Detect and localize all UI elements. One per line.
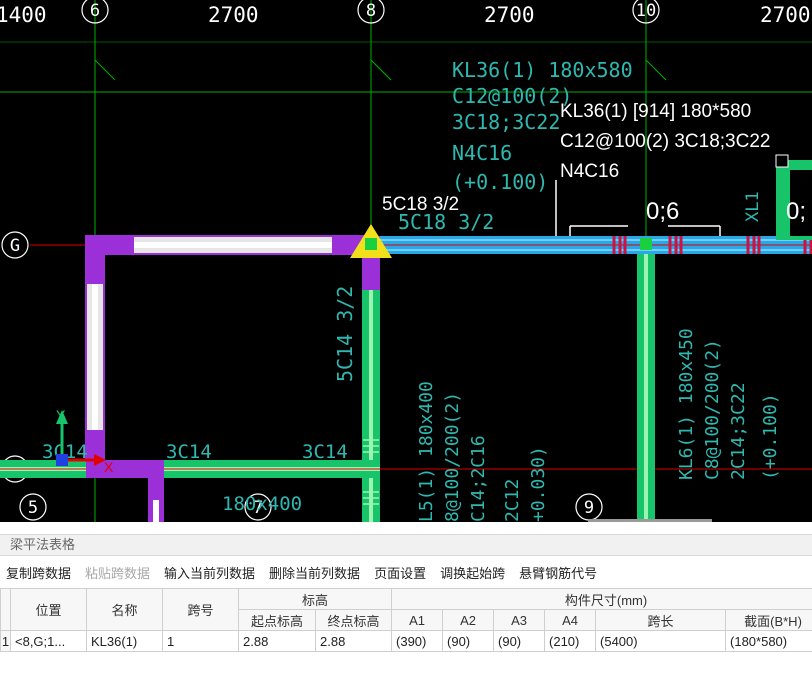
axis-label-6: 6 — [90, 1, 100, 21]
beam-kl36-selected[interactable] — [371, 236, 812, 254]
cad-drawing[interactable]: 1400 2700 2700 2700 6 8 10 G F 5 7 9 — [0, 0, 812, 522]
dim-2700-b: 2700 — [484, 3, 535, 27]
row-number: 1 — [0, 630, 11, 652]
col-header-end-elev: 终点标高 — [314, 609, 393, 631]
vertical-beam-label: 5C14 3/2 — [333, 286, 357, 382]
label-leader — [555, 180, 721, 236]
delete-column-button[interactable]: 删除当前列数据 — [269, 563, 360, 582]
svg-text:2C12: 2C12 — [502, 479, 523, 522]
cell-start-elev[interactable]: 2.88 — [238, 630, 316, 652]
col-header-a4: A4 — [544, 609, 597, 631]
svg-text:(+0.100): (+0.100) — [452, 170, 548, 194]
col-header-section: 截面(B*H) — [725, 609, 812, 631]
svg-text:+0.030): +0.030) — [528, 446, 549, 522]
rebar-label-c: 3C14 — [302, 441, 348, 463]
span-marker-2: 0; — [786, 198, 806, 225]
svg-text:N4C16: N4C16 — [560, 161, 619, 182]
cad-drawing-canvas[interactable]: 1400 2700 2700 2700 6 8 10 G F 5 7 9 — [0, 0, 812, 522]
cell-section[interactable]: (180*580) — [725, 630, 812, 652]
table-row[interactable]: 1 <8,G;1... KL36(1) 1 2.88 2.88 (390) (9… — [0, 630, 812, 652]
col-header-a3: A3 — [493, 609, 546, 631]
cell-name[interactable]: KL36(1) — [86, 630, 163, 652]
cell-a3[interactable]: (90) — [493, 630, 546, 652]
copy-span-button[interactable]: 复制跨数据 — [6, 563, 71, 582]
beam-kl36-white-label: KL36(1) [914] 180*580 C12@100(2) 3C18;3C… — [560, 101, 770, 182]
svg-text:N4C16: N4C16 — [452, 141, 512, 165]
col-header-span-len: 跨长 — [595, 609, 727, 631]
col-header-start-elev: 起点标高 — [238, 609, 316, 631]
beam-green-axis8[interactable] — [362, 254, 380, 522]
svg-text:3C18;3C22: 3C18;3C22 — [452, 110, 560, 134]
svg-text:X: X — [104, 459, 114, 475]
cell-end-elev[interactable]: 2.88 — [314, 630, 393, 652]
dim-1400: 1400 — [0, 3, 47, 27]
swap-start-span-button[interactable]: 调换起始跨 — [440, 563, 505, 582]
svg-text:KL36(1) 180x580: KL36(1) 180x580 — [452, 58, 633, 82]
cantilever-code-button[interactable]: 悬臂钢筋代号 — [519, 563, 597, 582]
svg-text:KL6(1) 180x450: KL6(1) 180x450 — [676, 328, 697, 480]
support-node-10[interactable] — [640, 238, 652, 250]
l5-beam-label: L5(1) 180x400 8@100/200(2) C14;2C16 2C12… — [416, 381, 549, 522]
svg-text:8@100/200(2): 8@100/200(2) — [442, 392, 463, 522]
panel-toolbar: 复制跨数据 粘贴跨数据 输入当前列数据 删除当前列数据 页面设置 调换起始跨 悬… — [0, 556, 812, 588]
dim-2700-c: 2700 — [760, 3, 811, 27]
kl6-beam-label: KL6(1) 180x450 C8@100/200(2) 2C14;3C22 (… — [676, 328, 781, 480]
col-header-position: 位置 — [10, 588, 87, 631]
col-header-a2: A2 — [442, 609, 495, 631]
page-setup-button[interactable]: 页面设置 — [374, 563, 426, 582]
svg-text:L5(1) 180x400: L5(1) 180x400 — [416, 381, 437, 522]
dim-180x400: 180x400 — [222, 493, 302, 515]
rebar-label-b: 3C14 — [166, 441, 212, 463]
col-header-span-no: 跨号 — [162, 588, 239, 631]
span-marker-1: 0;6 — [646, 198, 679, 225]
axis-label-g: G — [10, 236, 20, 256]
beam-green-axis10[interactable] — [637, 254, 655, 522]
svg-text:C14;2C16: C14;2C16 — [468, 435, 489, 522]
col-header-dims: 构件尺寸(mm) — [391, 588, 812, 610]
col-header-name: 名称 — [86, 588, 163, 631]
cell-span-no[interactable]: 1 — [162, 630, 239, 652]
axis-label-5: 5 — [28, 498, 38, 518]
svg-text:C12@100(2): C12@100(2) — [452, 84, 572, 108]
svg-text:Y: Y — [56, 407, 66, 423]
col-header-a1: A1 — [391, 609, 444, 631]
input-column-button[interactable]: 输入当前列数据 — [164, 563, 255, 582]
svg-text:C8@100/200(2): C8@100/200(2) — [702, 339, 723, 480]
svg-text:KL36(1) [914] 180*580: KL36(1) [914] 180*580 — [560, 101, 751, 122]
axis-label-10: 10 — [636, 1, 656, 21]
cell-a2[interactable]: (90) — [442, 630, 495, 652]
dim-2700-a: 2700 — [208, 3, 259, 27]
beam-table-panel: 梁平法表格 复制跨数据 粘贴跨数据 输入当前列数据 删除当前列数据 页面设置 调… — [0, 522, 812, 697]
row-header-corner — [0, 588, 11, 631]
panel-title: 梁平法表格 — [0, 534, 812, 556]
support-label-white: 5C18 3/2 — [382, 194, 459, 215]
col-header-elevation: 标高 — [237, 588, 393, 610]
xl1-label: XL1 — [743, 191, 763, 222]
cell-a1[interactable]: (390) — [391, 630, 444, 652]
paste-span-button[interactable]: 粘贴跨数据 — [85, 563, 150, 582]
svg-text:(+0.100): (+0.100) — [760, 393, 781, 480]
cell-a4[interactable]: (210) — [544, 630, 597, 652]
cell-position[interactable]: <8,G;1... — [10, 630, 87, 652]
axis-label-8: 8 — [366, 1, 376, 21]
beam-table[interactable]: 位置 名称 跨号 标高 构件尺寸(mm) 起点标高 终点标高 A1 A2 A3 … — [0, 588, 812, 652]
svg-text:C12@100(2) 3C18;3C22: C12@100(2) 3C18;3C22 — [560, 131, 770, 152]
svg-text:2C14;3C22: 2C14;3C22 — [728, 382, 749, 480]
axis-label-9: 9 — [584, 498, 594, 518]
cell-span-len[interactable]: (5400) — [595, 630, 727, 652]
